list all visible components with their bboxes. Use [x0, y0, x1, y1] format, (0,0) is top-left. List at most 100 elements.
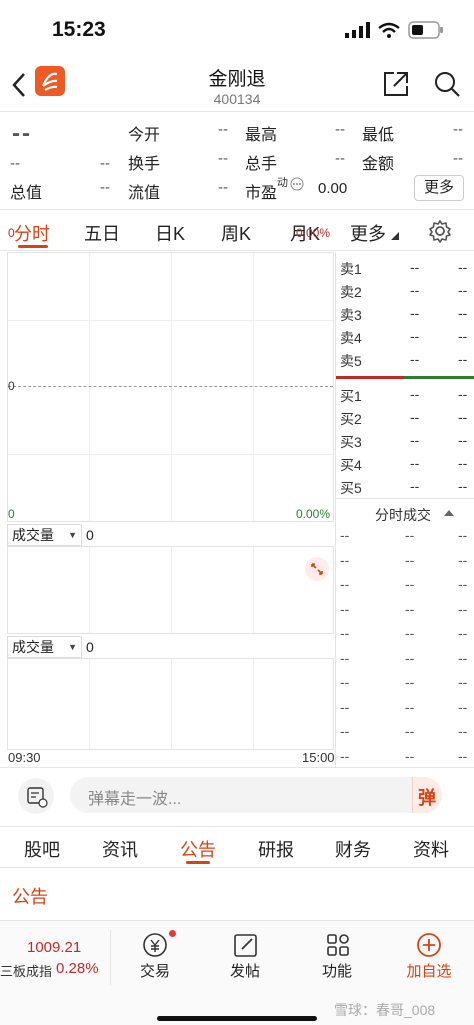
tab-research[interactable]: 研报 — [258, 836, 294, 862]
trade-time: -- — [340, 698, 350, 715]
index-name: 三板成指 — [0, 964, 53, 979]
sell-row: 卖3 -- -- — [340, 305, 474, 328]
divider — [0, 111, 474, 112]
trade-row: -- -- -- — [340, 527, 474, 547]
trade-time: -- — [340, 747, 350, 764]
grid-icon — [327, 934, 349, 956]
label-market-cap: 总值 — [10, 185, 43, 202]
indicator-selector[interactable]: 成交量 ▼ — [7, 636, 82, 658]
volume-chart[interactable] — [7, 546, 334, 634]
buy-bar — [404, 376, 474, 379]
trade-price: -- — [405, 698, 415, 715]
divider — [0, 767, 474, 768]
ob-volume: -- — [458, 409, 468, 425]
nav-bar: 金刚退 400134 — [0, 56, 474, 114]
tab-daily-k[interactable]: 日K — [155, 220, 185, 246]
tab-five-day[interactable]: 五日 — [84, 220, 120, 246]
trade-price: -- — [405, 551, 415, 568]
tab-financials[interactable]: 财务 — [335, 836, 371, 862]
chart-top-left: 0 — [8, 226, 15, 240]
buy-row: 买1 -- -- — [340, 386, 474, 409]
time-start: 09:30 — [8, 750, 41, 765]
danmaku-send-button[interactable]: 弹 — [412, 777, 442, 813]
status-bar: 15:23 — [0, 0, 474, 56]
pe-superscript: 动 — [277, 177, 288, 189]
index-ticker[interactable]: 1009.21 三板成指 0.28% — [0, 928, 110, 988]
trade-row: -- -- -- — [340, 650, 474, 670]
ob-volume: -- — [458, 328, 468, 344]
gear-icon[interactable] — [428, 219, 452, 243]
danmaku-icon — [27, 787, 48, 808]
ob-volume: -- — [458, 282, 468, 298]
add-watchlist-label: 加自选 — [406, 963, 452, 980]
trade-price: -- — [405, 723, 415, 739]
info-icon[interactable] — [290, 177, 304, 191]
trade-volume: -- — [458, 551, 468, 568]
trade-volume: -- — [458, 625, 468, 641]
value-pe: 0.00 — [318, 180, 348, 197]
indicator-value: 0 — [86, 639, 94, 655]
danmaku-badge: 弹 — [418, 788, 436, 808]
trade-button[interactable]: 交易 — [120, 928, 190, 983]
value-market-cap: -- — [100, 179, 110, 196]
trade-row: -- -- -- — [340, 552, 474, 572]
more-quote-button[interactable]: 更多 — [414, 175, 464, 201]
tab-intraday[interactable]: 分时 — [14, 220, 50, 246]
signal-icon — [345, 22, 370, 38]
tab-announcements[interactable]: 公告 — [180, 836, 216, 862]
tab-more[interactable]: 更多 — [350, 220, 386, 246]
value-volume: -- — [335, 150, 345, 167]
add-watchlist-button[interactable]: 加自选 — [394, 928, 464, 983]
tab-profile[interactable]: 资料 — [413, 836, 449, 862]
sell-bar — [336, 376, 404, 379]
trade-volume: -- — [458, 649, 468, 666]
ob-volume: -- — [458, 305, 468, 321]
value-low: -- — [453, 121, 463, 138]
tab-indicator — [186, 861, 210, 864]
volume-selector[interactable]: 成交量 ▼ — [7, 524, 82, 546]
ob-label: 买4 — [340, 457, 362, 473]
ob-volume: -- — [458, 432, 468, 448]
notification-dot — [169, 930, 176, 937]
label-pe: 市盈 — [245, 185, 278, 202]
trade-volume: -- — [458, 747, 468, 764]
status-time: 15:23 — [52, 18, 106, 41]
danmaku-toggle[interactable] — [18, 778, 54, 814]
functions-button[interactable]: 功能 — [302, 928, 372, 983]
trade-price: -- — [405, 674, 415, 690]
divider — [0, 867, 474, 868]
danmaku-input[interactable]: 弹幕走一波... 弹 — [70, 777, 442, 813]
chart-bottom-left: 0 — [8, 507, 15, 521]
chart-bottom-right: 0.00% — [296, 507, 331, 521]
post-label: 发帖 — [229, 963, 260, 980]
trade-price: -- — [405, 747, 415, 764]
label-amount: 金额 — [362, 156, 395, 173]
ob-label: 卖1 — [340, 261, 362, 277]
trade-volume: -- — [458, 723, 468, 739]
tab-weekly-k[interactable]: 周K — [221, 220, 251, 246]
tab-forum[interactable]: 股吧 — [24, 836, 60, 862]
trade-volume: -- — [458, 527, 468, 543]
ob-label: 买2 — [340, 411, 362, 427]
divider — [336, 498, 474, 499]
post-button[interactable]: 发帖 — [210, 928, 280, 983]
search-icon[interactable] — [433, 70, 461, 98]
sell-row: 卖5 -- -- — [340, 351, 474, 374]
share-icon[interactable] — [382, 70, 410, 98]
indicator-chart[interactable] — [7, 658, 334, 750]
trade-row: -- -- -- — [340, 601, 474, 621]
volume-selector-label: 成交量 — [12, 527, 54, 543]
trade-volume: -- — [458, 698, 468, 715]
value-high: -- — [335, 121, 345, 138]
tab-news[interactable]: 资讯 — [102, 836, 138, 862]
label-float-cap: 流值 — [128, 185, 161, 202]
trade-time: -- — [340, 527, 350, 543]
ob-price: -- — [410, 409, 420, 425]
trade-volume: -- — [458, 674, 468, 690]
expand-icon[interactable] — [305, 557, 329, 581]
caret-up-icon[interactable] — [444, 510, 454, 516]
divider — [0, 826, 474, 827]
trade-volume: -- — [458, 576, 468, 592]
price-chart[interactable] — [7, 252, 334, 522]
trade-time: -- — [340, 551, 350, 568]
